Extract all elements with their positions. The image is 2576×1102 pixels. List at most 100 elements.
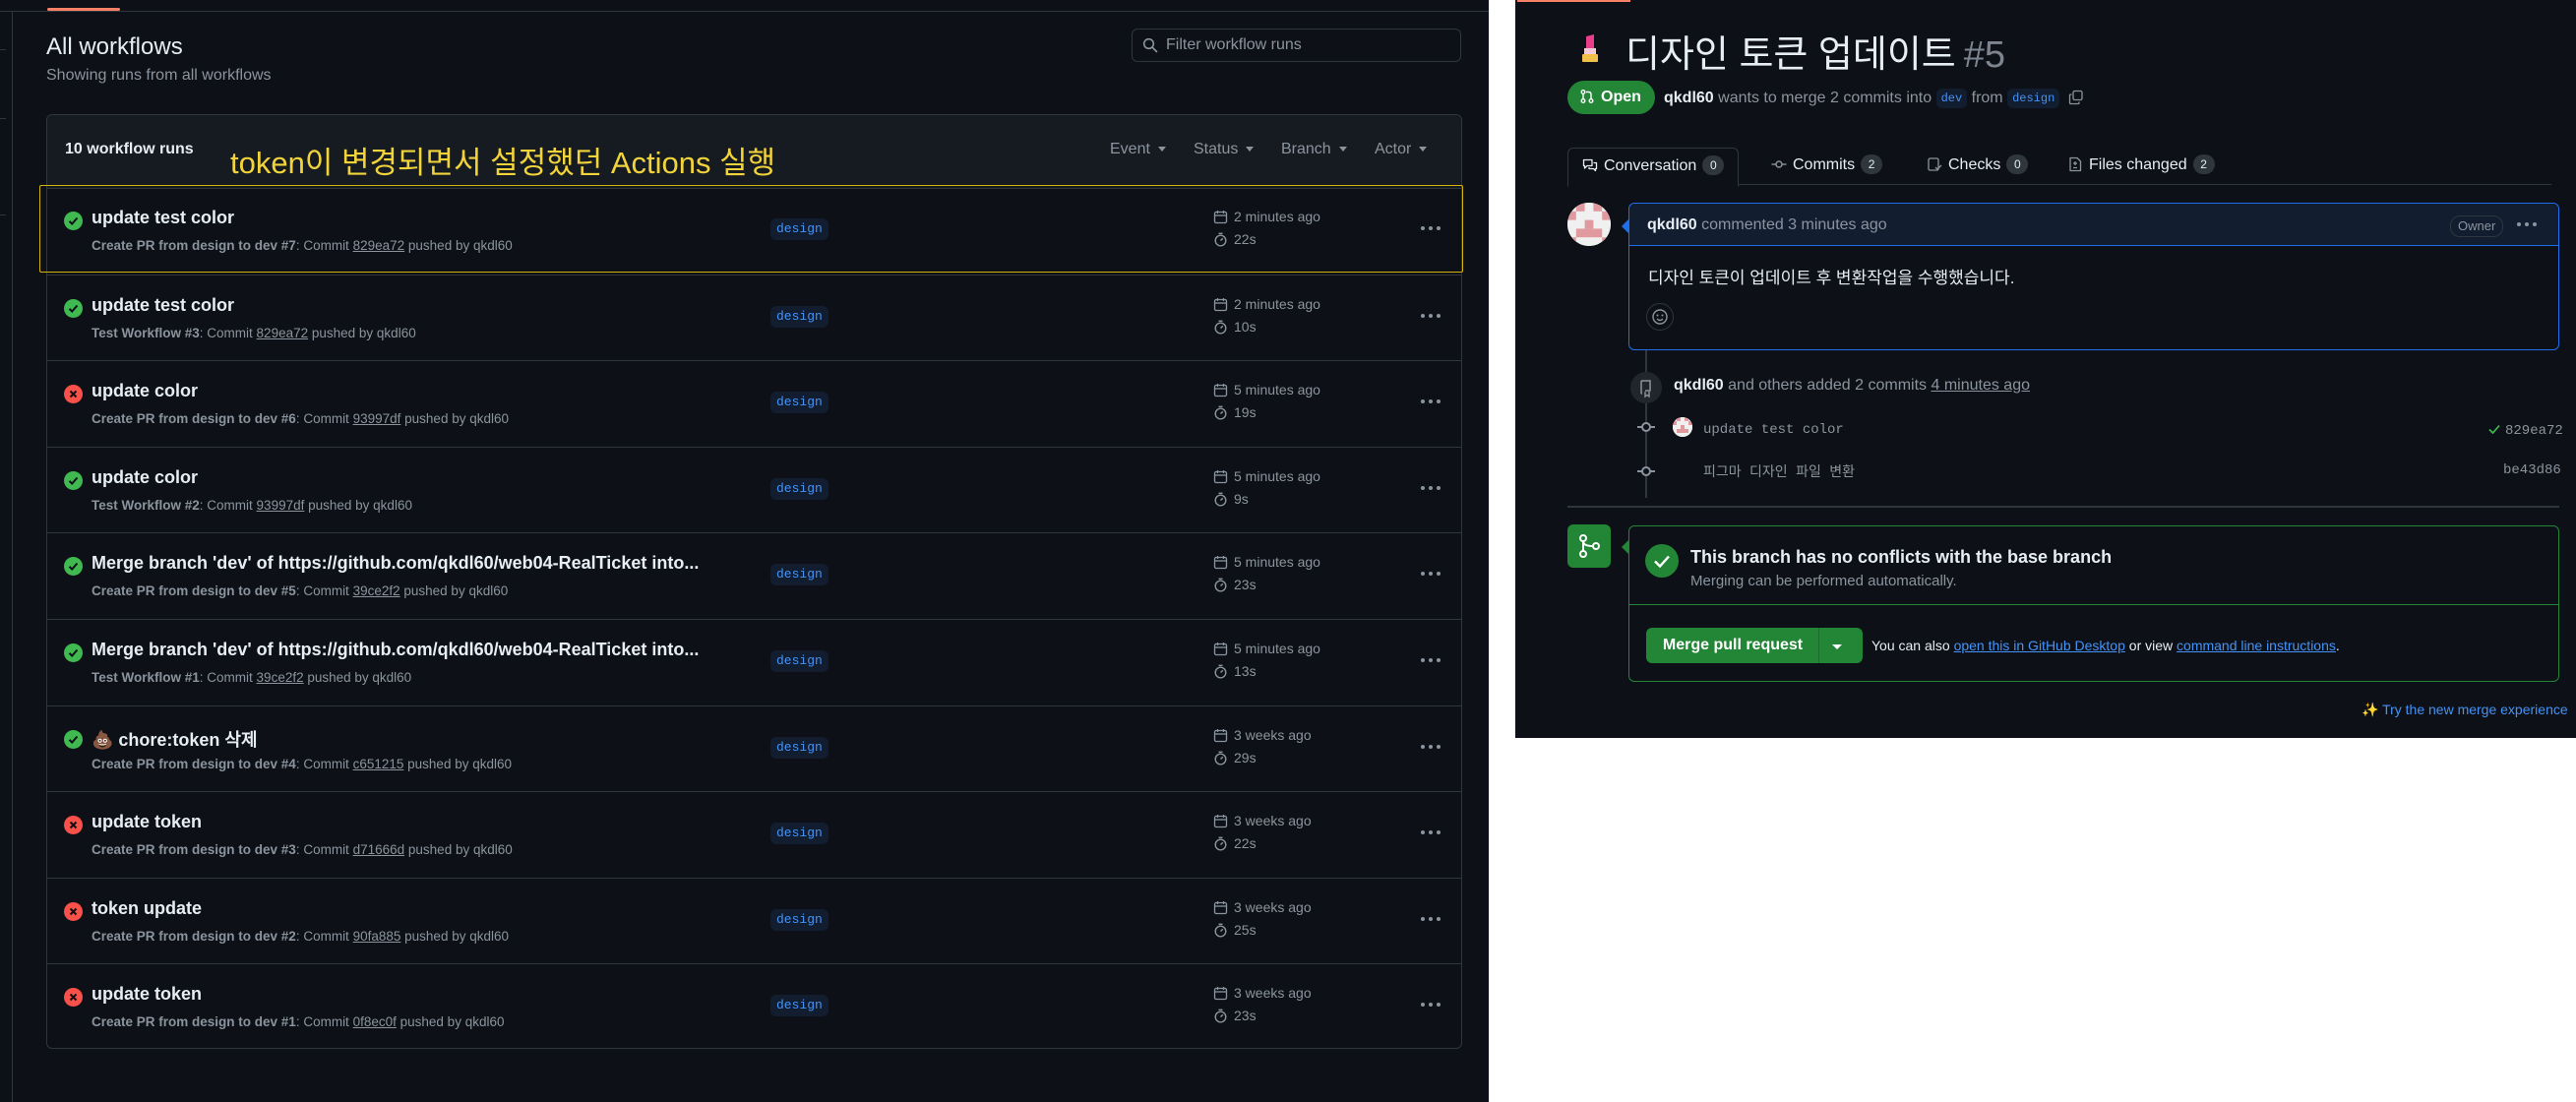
try-new-merge-link[interactable]: ✨ Try the new merge experience — [2361, 702, 2568, 718]
run-options-button[interactable] — [1421, 908, 1442, 930]
open-in-desktop-link[interactable]: open this in GitHub Desktop — [1954, 638, 2125, 653]
comment-author[interactable]: qkdl60 — [1647, 216, 1697, 233]
run-title-link[interactable]: token update — [92, 898, 202, 919]
run-commit-link[interactable]: 829ea72 — [257, 326, 309, 340]
run-meta: Test Workflow #1: Commit 39ce2f2 pushed … — [92, 670, 411, 685]
comment-options-button[interactable] — [2517, 216, 2539, 232]
run-commit-link[interactable]: d71666d — [353, 842, 405, 857]
run-duration-text: 22s — [1234, 835, 1257, 852]
run-options-button[interactable] — [1421, 994, 1442, 1015]
run-options-button[interactable] — [1421, 563, 1442, 584]
pr-number: #5 — [1963, 34, 2006, 76]
run-options-button[interactable] — [1421, 391, 1442, 412]
head-branch-chip[interactable]: design — [2007, 89, 2060, 108]
workflow-run-row[interactable]: Merge branch 'dev' of https://github.com… — [47, 619, 1461, 705]
branch-chip[interactable]: design — [770, 823, 828, 845]
run-commit-link[interactable]: c651215 — [353, 757, 404, 771]
run-workflow-name: Create PR from design to dev #6 — [92, 411, 296, 427]
run-duration: 29s — [1213, 750, 1257, 765]
workflow-run-row[interactable]: token update Create PR from design to dev… — [47, 877, 1461, 964]
merge-button-divider — [1818, 628, 1819, 663]
run-meta: Test Workflow #2: Commit 93997df pushed … — [92, 498, 412, 513]
run-title-link[interactable]: update token — [92, 984, 202, 1005]
active-tab-indicator — [1517, 0, 1630, 2]
commit-avatar[interactable] — [1673, 417, 1692, 437]
workflow-run-row[interactable]: update color Test Workflow #2: Commit 939… — [47, 446, 1461, 533]
commit-message-link[interactable]: 피그마 디자인 파일 변환 — [1703, 461, 1855, 481]
event-time[interactable]: 4 minutes ago — [1931, 377, 2030, 394]
commits-added-event: qkdl60 and others added 2 commits 4 minu… — [1674, 377, 2030, 395]
run-title-link[interactable]: Merge branch 'dev' of https://github.com… — [92, 553, 699, 574]
run-date: 3 weeks ago — [1213, 727, 1312, 743]
run-commit-link[interactable]: 39ce2f2 — [257, 670, 304, 685]
branch-chip[interactable]: design — [770, 564, 828, 586]
branch-chip[interactable]: design — [770, 305, 828, 328]
event-filter-dropdown[interactable]: Event — [1110, 141, 1166, 158]
base-branch-chip[interactable]: dev — [1935, 89, 1968, 108]
x-icon — [69, 907, 78, 916]
commit-sha-link[interactable]: be43d86 — [2503, 462, 2561, 478]
run-commit-link[interactable]: 39ce2f2 — [353, 583, 400, 598]
pr-title-text: 디자인 토큰 업데이트 — [1625, 34, 1956, 76]
workflow-run-row[interactable]: update token Create PR from design to dev… — [47, 791, 1461, 878]
run-commit-label: : Commit — [295, 756, 349, 771]
run-commit-label: : Commit — [295, 928, 349, 944]
status-filter-dropdown[interactable]: Status — [1194, 141, 1255, 158]
run-title-link[interactable]: 💩 chore:token 삭제 — [92, 726, 258, 752]
smiley-icon — [1652, 309, 1668, 325]
run-options-button[interactable] — [1421, 822, 1442, 843]
branch-chip[interactable]: design — [770, 650, 828, 672]
run-options-button[interactable] — [1421, 649, 1442, 671]
run-commit-link[interactable]: 93997df — [353, 411, 401, 426]
comment-action[interactable]: commented 3 minutes ago — [1701, 216, 1887, 233]
workflow-run-row[interactable]: Merge branch 'dev' of https://github.com… — [47, 532, 1461, 619]
run-commit-link[interactable]: 0f8ec0f — [353, 1014, 397, 1029]
workflow-run-row[interactable]: update color Create PR from design to dev… — [47, 360, 1461, 447]
annotation-text: token이 변경되면서 설정했던 Actions 실행 — [230, 146, 776, 180]
tab-files-changed[interactable]: Files changed 2 — [2067, 148, 2215, 185]
run-title-link[interactable]: update test color — [92, 295, 234, 316]
workflow-run-row[interactable]: update token Create PR from design to dev… — [47, 963, 1461, 1050]
workflow-run-row[interactable]: update test color Test Workflow #3: Commi… — [47, 274, 1461, 361]
run-title-link[interactable]: Merge branch 'dev' of https://github.com… — [92, 640, 699, 660]
avatar[interactable] — [1567, 203, 1611, 246]
branch-chip[interactable]: design — [770, 477, 828, 500]
run-pushed-by: pushed by qkdl60 — [308, 497, 412, 513]
actor-filter-dropdown[interactable]: Actor — [1375, 141, 1428, 158]
branch-filter-label: Branch — [1281, 141, 1331, 157]
stopwatch-icon — [1214, 836, 1227, 851]
run-options-button[interactable] — [1421, 477, 1442, 499]
stopwatch-icon — [1214, 1009, 1227, 1023]
branch-chip[interactable]: design — [770, 392, 828, 414]
run-commit-link[interactable]: 93997df — [257, 498, 305, 513]
filter-workflow-runs-input[interactable]: Filter workflow runs — [1132, 29, 1461, 62]
run-options-button[interactable] — [1421, 736, 1442, 758]
run-title-link[interactable]: update color — [92, 381, 198, 401]
tab-commits-label: Commits — [1793, 156, 1856, 173]
command-line-instructions-link[interactable]: command line instructions — [2177, 638, 2336, 653]
copy-icon[interactable] — [2068, 90, 2084, 105]
commit-message-link[interactable]: update test color — [1703, 422, 1844, 438]
run-commit-link[interactable]: 90fa885 — [353, 929, 401, 944]
tab-checks[interactable]: Checks 0 — [1927, 148, 2029, 185]
branch-chip[interactable]: design — [770, 908, 828, 931]
commit-sha-link[interactable]: 829ea72 — [2487, 422, 2563, 439]
sidebar-divider — [0, 214, 6, 215]
run-options-button[interactable] — [1421, 305, 1442, 327]
run-pushed-by: pushed by qkdl60 — [404, 928, 509, 944]
run-title-link[interactable]: update color — [92, 467, 198, 488]
add-reaction-button[interactable] — [1646, 303, 1674, 331]
branch-chip[interactable]: design — [770, 736, 828, 759]
branch-chip[interactable]: design — [770, 995, 828, 1017]
run-duration: 23s — [1213, 1008, 1257, 1023]
stopwatch-icon — [1214, 320, 1227, 335]
branch-filter-dropdown[interactable]: Branch — [1281, 141, 1347, 158]
workflow-run-row[interactable]: 💩 chore:token 삭제 Create PR from design to… — [47, 704, 1461, 792]
tab-conversation[interactable]: Conversation 0 — [1567, 148, 1740, 187]
tab-commits[interactable]: Commits 2 — [1771, 148, 1883, 185]
event-author[interactable]: qkdl60 — [1674, 377, 1724, 394]
run-title-link[interactable]: update token — [92, 812, 202, 832]
comment-discussion-icon — [1582, 158, 1598, 172]
merge-pull-request-button[interactable]: Merge pull request — [1646, 628, 1819, 663]
pr-author[interactable]: qkdl60 — [1664, 90, 1714, 106]
